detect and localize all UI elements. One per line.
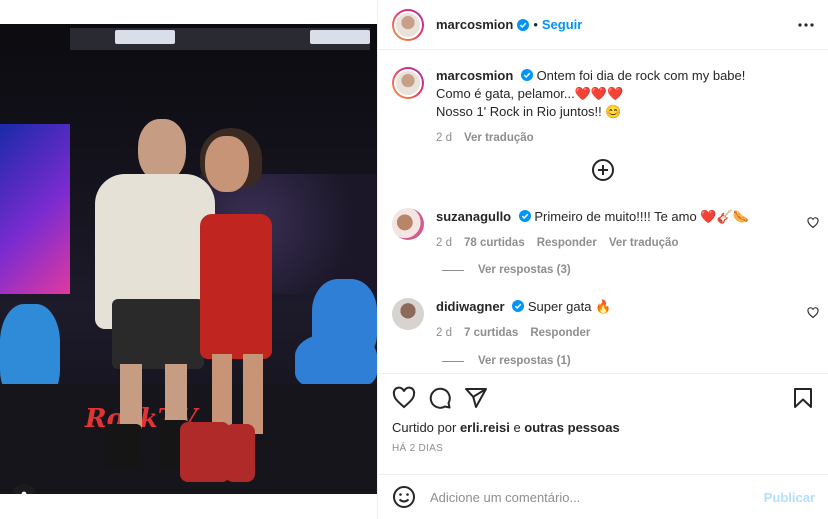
caption-age[interactable]: 2 d <box>436 129 452 147</box>
comment-avatar[interactable] <box>392 298 424 330</box>
comment-likes[interactable]: 7 curtidas <box>464 324 518 342</box>
liked-by-prefix: Curtido por <box>392 420 457 435</box>
comment-age[interactable]: 2 d <box>436 324 452 342</box>
translate-button[interactable]: Ver tradução <box>609 234 679 252</box>
replies-divider <box>442 269 464 271</box>
heart-icon[interactable] <box>807 217 819 229</box>
liked-by-connector: e <box>513 420 521 435</box>
caption-line: Nosso 1' Rock in Rio juntos!! 😊 <box>436 104 622 119</box>
emoji-icon[interactable] <box>392 485 416 509</box>
caption-username[interactable]: marcosmion <box>436 68 513 83</box>
comment-text: Super gata 🔥 <box>527 299 612 314</box>
author-avatar[interactable] <box>392 8 424 41</box>
verified-icon <box>517 18 530 31</box>
replies-divider <box>442 360 464 362</box>
view-replies-button[interactable]: Ver respostas (1) <box>442 355 571 367</box>
add-comment-bar: Publicar <box>378 474 828 519</box>
comment-likes[interactable]: 78 curtidas <box>464 234 525 252</box>
translate-button[interactable]: Ver tradução <box>464 129 534 147</box>
person-man-boot <box>104 424 142 469</box>
caption-line: Ontem foi dia de rock com my babe! <box>536 68 746 83</box>
share-icon[interactable] <box>464 386 488 410</box>
liked-by: Curtido por erli.reisi e outras pessoas <box>392 420 815 435</box>
heart-icon[interactable] <box>807 307 819 319</box>
comment-avatar[interactable] <box>392 208 424 240</box>
reply-button[interactable]: Responder <box>537 234 597 252</box>
view-replies-label: Ver respostas (1) <box>478 355 571 367</box>
bookmark-icon[interactable] <box>791 386 815 410</box>
verified-icon <box>520 69 533 81</box>
header-separator: • <box>533 17 538 32</box>
post-timestamp[interactable]: HÁ 2 DIAS <box>392 443 815 454</box>
follow-button[interactable]: Seguir <box>542 17 582 32</box>
publish-button[interactable]: Publicar <box>764 490 815 505</box>
person-woman-boot <box>180 422 230 482</box>
stage-light <box>310 30 370 44</box>
user-tag-icon <box>21 491 27 494</box>
person-woman-boot <box>225 424 255 482</box>
comment-input[interactable] <box>430 489 764 505</box>
more-icon[interactable] <box>798 22 814 27</box>
post-caption: marcosmion Ontem foi dia de rock com my … <box>392 67 812 147</box>
liked-by-others[interactable]: outras pessoas <box>524 420 619 435</box>
comments-section: marcosmion Ontem foi dia de rock com my … <box>378 51 828 373</box>
post-photo[interactable]: RockTV <box>0 24 377 494</box>
person-man-shorts <box>112 299 204 369</box>
comment-username[interactable]: didiwagner <box>436 299 505 314</box>
comment-item: didiwagner Super gata 🔥 2 d 7 curtidas R… <box>392 298 812 342</box>
caption-line: Como é gata, pelamor... <box>436 86 575 101</box>
reply-button[interactable]: Responder <box>530 324 590 342</box>
post-header: marcosmion • Seguir <box>378 0 828 50</box>
caption-hearts: ❤️❤️❤️ <box>574 86 624 101</box>
person-woman-leg <box>243 354 263 434</box>
comment-icon[interactable] <box>428 386 452 410</box>
heart-icon[interactable] <box>392 386 416 410</box>
author-avatar[interactable] <box>392 67 424 99</box>
stage-screen <box>0 124 70 294</box>
comment-username[interactable]: suzanagullo <box>436 209 511 224</box>
post-sidebar: marcosmion • Seguir marcosmion Ontem foi… <box>377 0 828 519</box>
person-woman-dress <box>200 214 272 359</box>
comment-text: Primeiro de muito!!!! Te amo ❤️🎸🌭 <box>534 209 749 224</box>
post-actions: Curtido por erli.reisi e outras pessoas … <box>378 373 828 454</box>
view-replies-label: Ver respostas (3) <box>478 264 571 276</box>
post-media: RockTV <box>0 0 377 519</box>
verified-icon <box>518 210 531 222</box>
liked-by-user[interactable]: erli.reisi <box>460 420 510 435</box>
comment-item: suzanagullo Primeiro de muito!!!! Te amo… <box>392 208 812 252</box>
person-man-head <box>138 119 186 181</box>
view-replies-button[interactable]: Ver respostas (3) <box>442 264 571 276</box>
blue-chair <box>295 334 377 389</box>
person-woman-head <box>205 136 249 192</box>
verified-icon <box>512 300 525 312</box>
add-circle-icon[interactable] <box>591 158 615 182</box>
author-username[interactable]: marcosmion <box>436 17 513 32</box>
stage-light <box>115 30 175 44</box>
comment-age[interactable]: 2 d <box>436 234 452 252</box>
